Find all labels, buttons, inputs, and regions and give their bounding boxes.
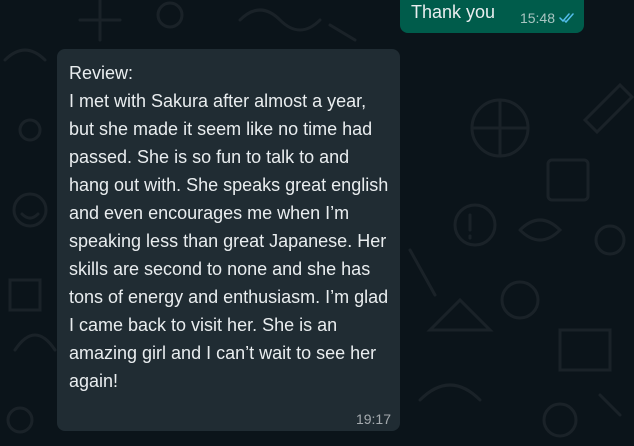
outgoing-message-bubble[interactable]: Thank you 15:48 bbox=[400, 0, 584, 33]
message-meta: 15:48 bbox=[520, 10, 575, 26]
message-time: 19:17 bbox=[355, 411, 391, 427]
message-text: Thank you bbox=[411, 2, 496, 22]
double-check-read-icon bbox=[559, 10, 575, 26]
message-text: Review: I met with Sakura after almost a… bbox=[69, 63, 389, 391]
chat-conversation: Thank you 15:48 Review: I met with Sakur… bbox=[0, 0, 634, 446]
incoming-message-bubble[interactable]: Review: I met with Sakura after almost a… bbox=[57, 49, 400, 431]
message-time: 15:48 bbox=[519, 10, 555, 26]
